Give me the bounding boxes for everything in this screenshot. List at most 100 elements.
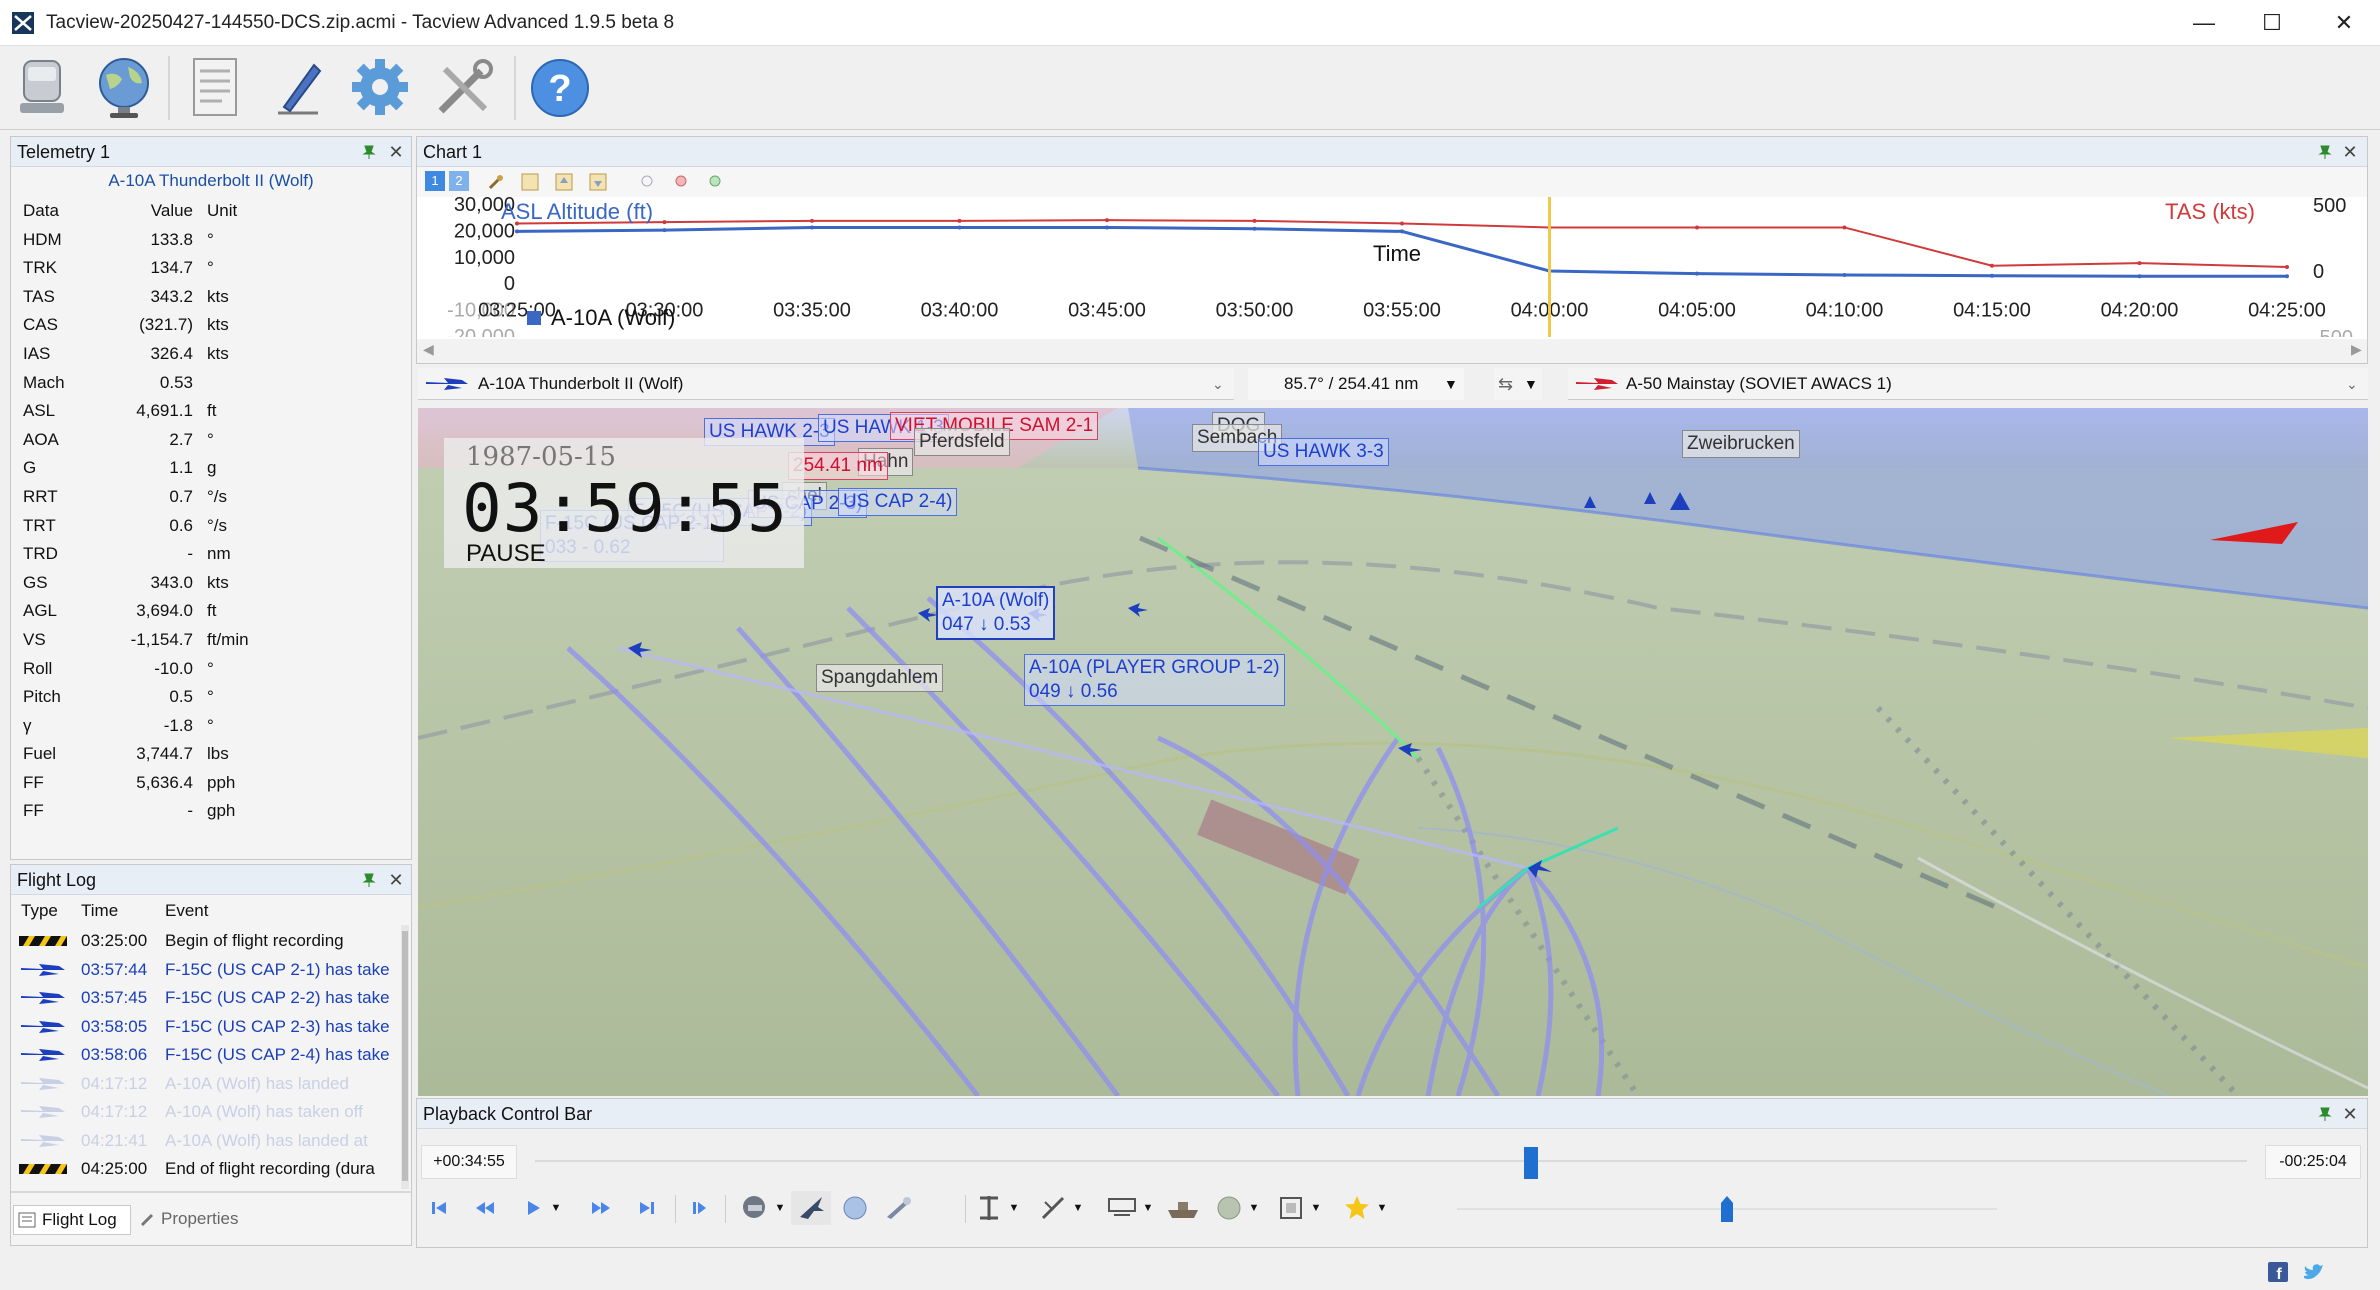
telemetry-unit: ° [207,658,214,678]
layout-dropdown[interactable]: ▼ [1309,1191,1323,1225]
minimize-button[interactable]: — [2170,0,2238,46]
play-button[interactable] [519,1191,547,1225]
cockpit-camera-button[interactable] [737,1191,773,1225]
rewind-button[interactable] [471,1191,499,1225]
pin-icon[interactable] [361,144,377,160]
free-camera-button[interactable] [879,1191,919,1225]
ruler-button[interactable] [1035,1191,1071,1225]
terrain-button[interactable] [1211,1191,1247,1225]
dropdown-arrow-icon[interactable]: ▼ [1444,368,1458,400]
timeline-thumb[interactable] [1523,1147,1538,1179]
close-telemetry-button[interactable]: ✕ [385,137,407,167]
debriefing-button[interactable] [180,52,252,124]
scene-label[interactable]: US HAWK 3-3 [1258,438,1389,466]
playback-speed-slider[interactable] [1457,1196,1997,1222]
3d-view[interactable]: US HAWK 2-3 US HAWK 1-3 VIET MOBILE SAM 2-… [418,408,2368,1096]
scene-label[interactable]: Zweibrucken [1682,430,1800,458]
pin-icon[interactable] [361,872,377,888]
skip-to-end-button[interactable] [633,1191,661,1225]
tab-flight-log[interactable]: Flight Log [13,1205,131,1235]
x-tick-label: 03:35:00 [773,300,851,322]
chart-plot-area[interactable]: 30,00020,00010,0000-10,000-20,0005000-50… [417,197,2367,337]
layout-button[interactable] [1273,1191,1309,1225]
flight-log-row[interactable]: 04:25:00 End of flight recording (dura [11,1155,403,1184]
chart-data-point [662,228,667,233]
secondary-object-select[interactable]: A-50 Mainstay (SOVIET AWACS 1) ⌄ [1568,368,2368,400]
globe-button[interactable] [88,52,160,124]
primary-object-select[interactable]: A-10A Thunderbolt II (Wolf) ⌄ [418,368,1234,400]
chart-slot-1-button[interactable]: 1 [425,171,445,191]
telemetry-table: Data Value Unit HDM 133.8 ° TRK 134.7 ° TAS 343… [11,197,421,826]
telemetry-object-name[interactable]: A-10A Thunderbolt II (Wolf) [11,171,411,191]
scene-label[interactable]: A-10A (Wolf) 047 ↓ 0.53 [936,586,1056,640]
scene-label[interactable]: A-10A (PLAYER GROUP 1-2) 049 ↓ 0.56 [1024,654,1285,706]
timeline-slider[interactable] [535,1147,2247,1179]
help-button[interactable]: ? [524,52,596,124]
chart-svg[interactable]: 30,00020,00010,0000-10,000-20,0005000-50… [417,197,2367,337]
star-icon [1345,1196,1369,1219]
recorder-button[interactable] [6,52,78,124]
zoom-fit-icon[interactable] [639,173,657,191]
close-flight-log-button[interactable]: ✕ [385,865,407,895]
altitude-dropdown[interactable]: ▼ [1007,1191,1021,1225]
telemetry-row: ASL 4,691.1 ft [11,397,421,426]
swap-objects-button[interactable]: ⇆ ▼ [1494,368,1542,400]
bookmark-dropdown[interactable]: ▼ [1375,1191,1389,1225]
chart-data-point [1990,273,1994,278]
maximize-button[interactable]: ☐ [2238,0,2306,46]
x-tick-label: 03:40:00 [921,300,999,322]
bookmark-button[interactable] [1339,1191,1375,1225]
flight-log-row[interactable]: 04:17:12 A-10A (Wolf) has landed [11,1070,403,1099]
flight-log-row[interactable]: 03:57:44 F-15C (US CAP 2-1) has take [11,956,403,985]
settings-button[interactable] [344,52,416,124]
ruler-dropdown[interactable]: ▼ [1071,1191,1085,1225]
bearing-range-field[interactable]: 85.7° / 254.41 nm ▼ [1248,368,1464,400]
satellite-camera-button[interactable] [835,1191,875,1225]
chart-down-icon[interactable] [589,173,607,191]
tools-button[interactable] [428,52,500,124]
close-chart-button[interactable]: ✕ [2339,137,2361,167]
close-playback-button[interactable]: ✕ [2339,1099,2361,1129]
telemetry-unit: g [207,458,217,478]
speed-slider-thumb[interactable] [1719,1195,1735,1223]
twitter-icon[interactable] [2302,1262,2324,1282]
skip-to-start-button[interactable] [425,1191,453,1225]
flight-log-scrollbar[interactable] [401,925,409,1189]
external-camera-button[interactable] [791,1191,831,1225]
zoom-in-icon[interactable] [673,173,691,191]
annotation-button[interactable] [262,52,334,124]
play-speed-dropdown[interactable]: ▼ [549,1191,563,1225]
close-window-button[interactable]: ✕ [2310,0,2378,46]
terrain-dropdown[interactable]: ▼ [1247,1191,1261,1225]
flight-log-row[interactable]: 03:57:45 F-15C (US CAP 2-2) has take [11,984,403,1013]
pin-icon[interactable] [2317,144,2333,160]
flight-log-row[interactable]: 04:21:41 A-10A (Wolf) has landed at [11,1127,403,1156]
labels-button[interactable] [1103,1191,1141,1225]
scene-label[interactable]: US CAP 2-4) [838,488,958,516]
flight-log-row[interactable]: 04:17:12 A-10A (Wolf) has taken off [11,1098,403,1127]
chart-data-point [2137,274,2142,279]
header-value: Value [150,201,193,220]
scene-label[interactable]: Spangdahlem [816,664,944,692]
flight-log-row[interactable]: 03:58:05 F-15C (US CAP 2-3) has take [11,1013,403,1042]
ships-button[interactable] [1163,1191,1203,1225]
chart-slot-2-button[interactable]: 2 [449,171,469,191]
labels-dropdown[interactable]: ▼ [1141,1191,1155,1225]
fast-forward-button[interactable] [587,1191,615,1225]
facebook-icon[interactable]: f [2268,1262,2288,1282]
flight-log-row[interactable]: 03:25:00 Begin of flight recording [11,927,403,956]
flight-log-row[interactable]: 03:58:06 F-15C (US CAP 2-4) has take [11,1041,403,1070]
altitude-marker-button[interactable] [971,1191,1007,1225]
aircraft-icon [21,1134,65,1147]
zoom-out-icon[interactable] [707,173,725,191]
pin-icon[interactable] [2317,1106,2333,1122]
step-frame-button[interactable] [685,1191,713,1225]
chart-scrollbar[interactable]: ◀ ▶ [417,339,2367,363]
telemetry-panel: Telemetry 1 ✕ A-10A Thunderbolt II (Wolf… [10,136,412,860]
tab-properties[interactable]: Properties [135,1205,265,1235]
chart-up-icon[interactable] [555,173,573,191]
wrench-icon[interactable] [487,173,505,191]
camera-dropdown[interactable]: ▼ [773,1191,787,1225]
scene-label[interactable]: Pferdsfeld [914,428,1010,456]
chart-add-icon[interactable] [521,173,539,191]
